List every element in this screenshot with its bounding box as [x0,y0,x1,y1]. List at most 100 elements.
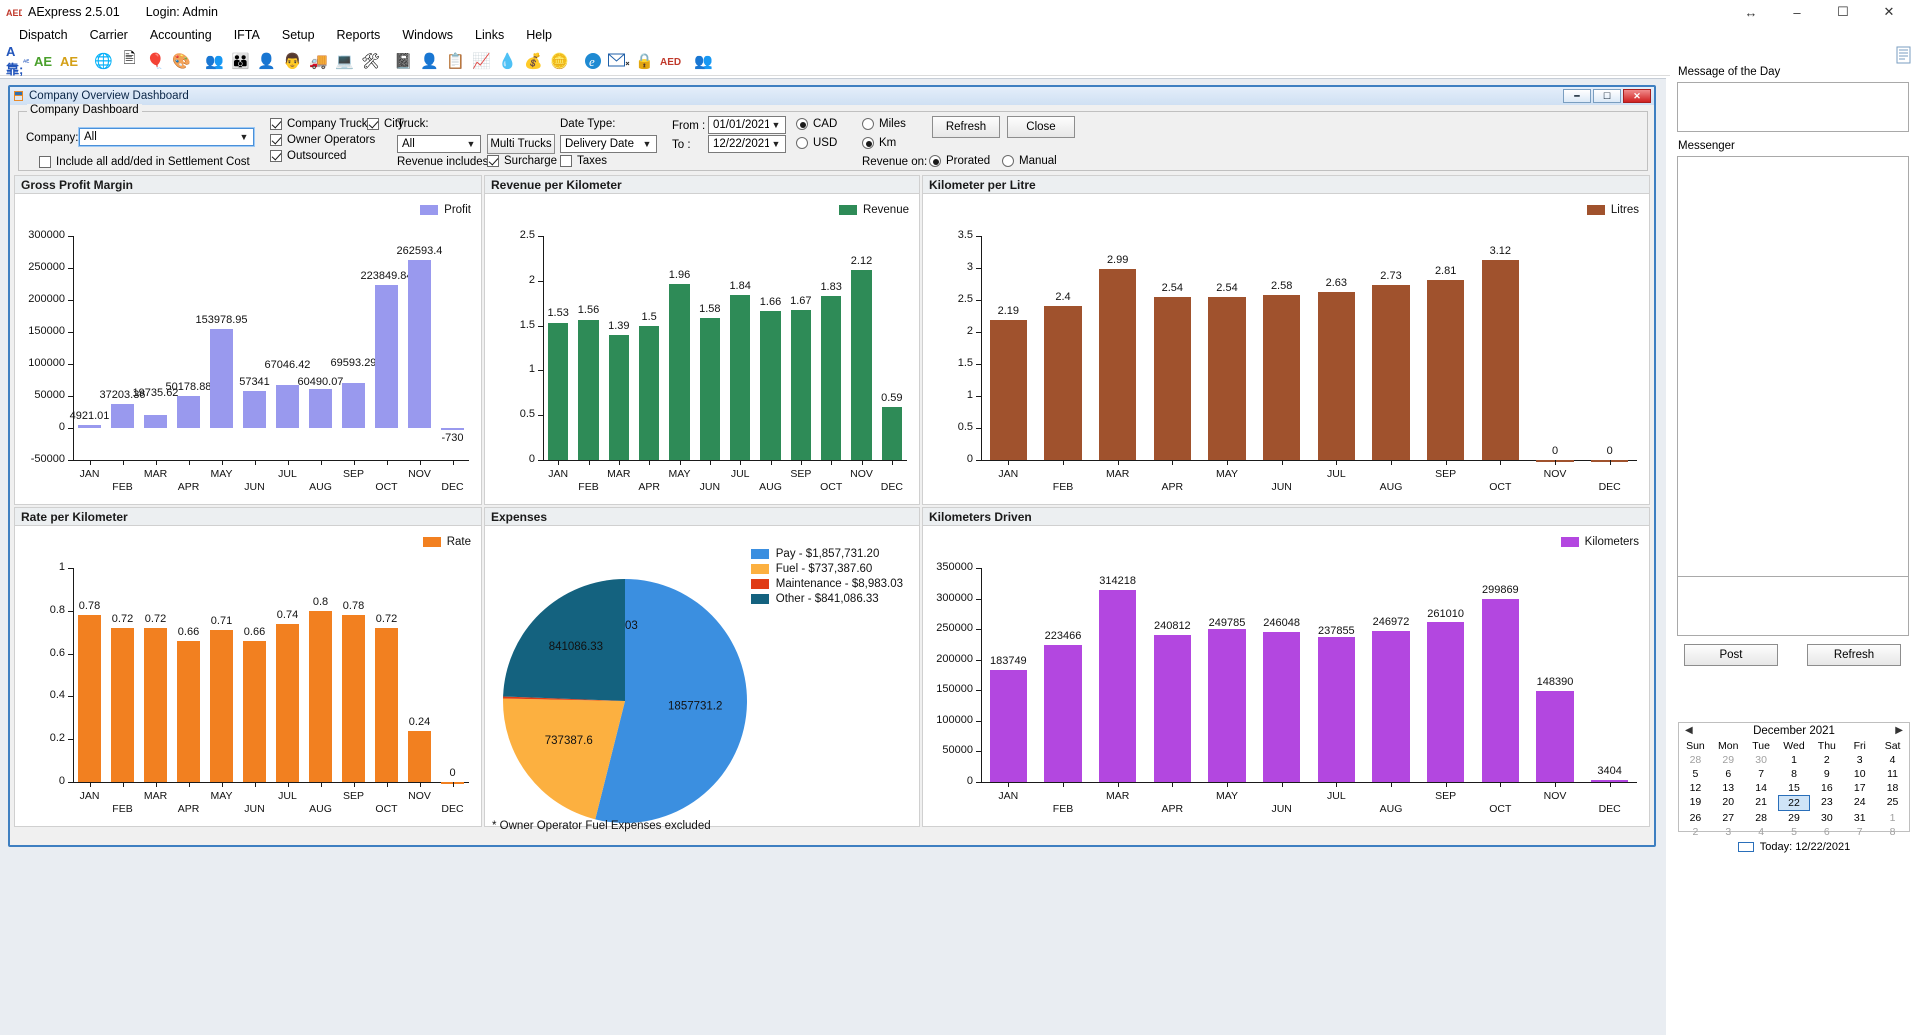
calendar-day[interactable]: 24 [1843,795,1876,811]
to-date-picker[interactable]: 12/22/2021 ▼ [708,135,786,153]
calendar-day[interactable]: 31 [1843,811,1876,825]
refresh-button[interactable]: Refresh [932,116,1000,138]
calendar-day[interactable]: 1 [1778,753,1811,767]
calendar-grid[interactable]: SunMonTueWedThuFriSat2829301234567891011… [1679,739,1909,839]
calendar-day[interactable]: 2 [1679,825,1712,839]
calendar-day[interactable]: 8 [1778,767,1811,781]
book-icon[interactable]: 📓 [391,49,416,73]
calendar-day[interactable]: 30 [1745,753,1778,767]
date-picker-calendar[interactable]: ◀ December 2021 ▶ SunMonTueWedThuFriSat2… [1678,722,1910,832]
currency-usd-radio[interactable]: USD [796,137,837,149]
taxes-checkbox[interactable]: Taxes [560,155,607,167]
calendar-day[interactable]: 3 [1843,753,1876,767]
ae-green-icon[interactable]: AE [32,49,57,73]
company-trucks-checkbox[interactable]: Company Trucks [270,118,373,130]
menu-carrier[interactable]: Carrier [79,26,139,44]
calendar-day[interactable]: 5 [1679,767,1712,781]
calendar-day[interactable]: 26 [1679,811,1712,825]
calendar-day[interactable]: 28 [1679,753,1712,767]
menu-help[interactable]: Help [515,26,563,44]
calendar-day[interactable]: 2 [1810,753,1843,767]
aed-icon[interactable]: AED [658,49,683,73]
document-icon[interactable] [1896,46,1912,64]
minimize-icon[interactable]: – [1774,0,1820,24]
id-card-icon[interactable]: 🖹 [117,49,142,73]
calendar-day-today[interactable]: 22 [1778,795,1811,811]
menu-ifta[interactable]: IFTA [223,26,271,44]
fuel-drop-icon[interactable]: 💧 [495,49,520,73]
monitor-icon[interactable]: 💻 [332,49,357,73]
user-red-icon[interactable]: 👥 [691,49,716,73]
clipboard-icon[interactable]: 📋 [443,49,468,73]
lock-icon[interactable]: 🔒 [632,49,657,73]
truck-load-icon[interactable]: 🚚 [306,49,331,73]
calendar-day[interactable]: 3 [1712,825,1745,839]
calendar-day[interactable]: 6 [1810,825,1843,839]
globe-icon[interactable]: 🌐 [91,49,116,73]
balloon-icon[interactable]: 🎈 [143,49,168,73]
truck-select[interactable]: All ▼ [397,135,481,153]
calendar-day[interactable]: 27 [1712,811,1745,825]
chart-leaf-icon[interactable]: 📈 [469,49,494,73]
calendar-day[interactable]: 5 [1778,825,1811,839]
child-maximize-icon[interactable]: ☐ [1593,89,1621,103]
calendar-day[interactable]: 20 [1712,795,1745,811]
motd-textarea[interactable] [1677,82,1909,132]
ae-yellow-icon[interactable]: AE [58,49,83,73]
calendar-day[interactable]: 7 [1843,825,1876,839]
calendar-day[interactable]: 9 [1810,767,1843,781]
outsourced-checkbox[interactable]: Outsourced [270,150,346,162]
close-icon[interactable]: ✕ [1866,0,1912,24]
multi-trucks-button[interactable]: Multi Trucks [487,134,555,154]
revenue-on-manual-radio[interactable]: Manual [1002,155,1057,167]
person-orange-icon[interactable]: 👤 [254,49,279,73]
post-button[interactable]: Post [1684,644,1778,666]
menu-dispatch[interactable]: Dispatch [8,26,79,44]
calendar-day[interactable]: 8 [1876,825,1909,839]
calendar-day[interactable]: 17 [1843,781,1876,795]
calendar-day[interactable]: 16 [1810,781,1843,795]
calendar-day[interactable]: 19 [1679,795,1712,811]
calendar-day[interactable]: 13 [1712,781,1745,795]
group-people-icon[interactable]: 👥 [202,49,227,73]
ae-blue-icon[interactable]: A靠;AE [6,49,31,73]
calendar-day[interactable]: 7 [1745,767,1778,781]
calendar-day[interactable]: 1 [1876,811,1909,825]
calendar-day[interactable]: 29 [1778,811,1811,825]
messenger-panel[interactable] [1677,156,1909,590]
distance-miles-radio[interactable]: Miles [862,118,906,130]
calendar-day[interactable]: 10 [1843,767,1876,781]
person-key-icon[interactable]: 👤 [417,49,442,73]
two-people-icon[interactable]: 👪 [228,49,253,73]
refresh-messages-button[interactable]: Refresh [1807,644,1901,666]
calendar-day[interactable]: 18 [1876,781,1909,795]
calendar-day[interactable]: 4 [1745,825,1778,839]
calendar-day[interactable]: 14 [1745,781,1778,795]
tools-icon[interactable]: 🛠 [358,49,383,73]
chevron-left-icon[interactable]: ◀ [1685,725,1693,736]
paint-icon[interactable]: 🎨 [169,49,194,73]
menu-accounting[interactable]: Accounting [139,26,223,44]
calendar-day[interactable]: 4 [1876,753,1909,767]
menu-reports[interactable]: Reports [326,26,392,44]
distance-km-radio[interactable]: Km [862,137,896,149]
person-suit-icon[interactable]: 👨 [280,49,305,73]
child-close-icon[interactable]: ✕ [1623,89,1651,103]
company-select[interactable]: All ▼ [79,128,254,146]
calendar-day[interactable]: 12 [1679,781,1712,795]
close-button[interactable]: Close [1007,116,1075,138]
date-type-select[interactable]: Delivery Date ▼ [560,135,657,153]
restore-down-icon[interactable]: ↔ [1728,0,1774,24]
calendar-day[interactable]: 23 [1810,795,1843,811]
menu-setup[interactable]: Setup [271,26,326,44]
from-date-picker[interactable]: 01/01/2021 ▼ [708,116,786,134]
coins-icon[interactable]: 🪙 [547,49,572,73]
owner-operators-checkbox[interactable]: Owner Operators [270,134,375,146]
messenger-compose-input[interactable] [1677,576,1909,636]
money-icon[interactable]: 💰 [521,49,546,73]
explorer-icon[interactable]: e [580,49,605,73]
chevron-right-icon[interactable]: ▶ [1895,725,1903,736]
calendar-day[interactable]: 15 [1778,781,1811,795]
calendar-day[interactable]: 11 [1876,767,1909,781]
calendar-day[interactable]: 6 [1712,767,1745,781]
